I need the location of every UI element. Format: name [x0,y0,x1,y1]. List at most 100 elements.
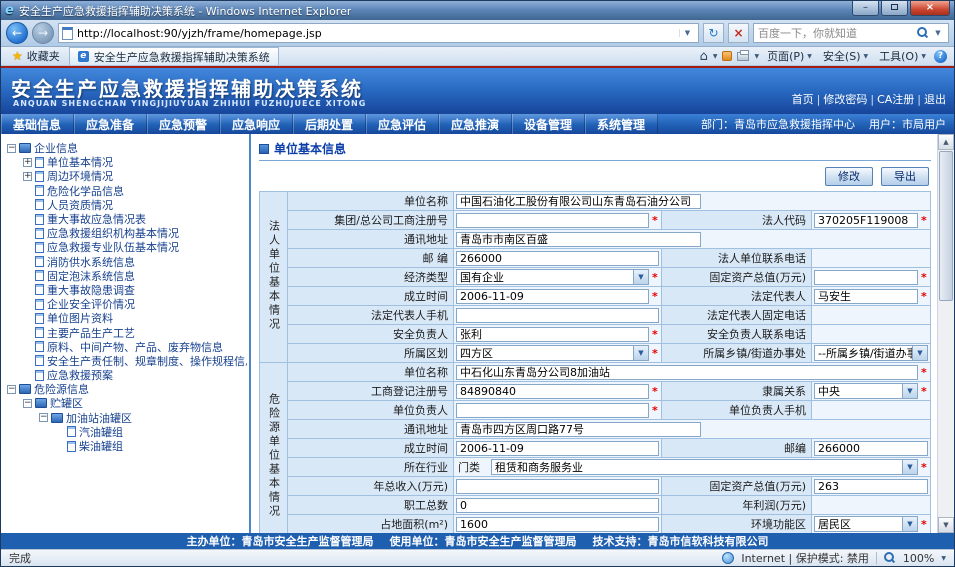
tree-item[interactable]: 企业安全评价情况 [5,297,247,311]
tree-item[interactable]: 固定泡沫系统信息 [5,269,247,283]
title-bar[interactable]: e 安全生产应急救援指挥辅助决策系统 - Windows Internet Ex… [1,1,954,20]
forward-button[interactable]: → [32,22,54,44]
search-dropdown-icon[interactable]: ▼ [932,29,944,37]
tree-item[interactable]: 单位图片资料 [5,311,247,325]
help-icon[interactable]: ? [934,50,947,63]
tree-item[interactable]: 主要产品生产工艺 [5,325,247,339]
home-icon[interactable]: ⌂ [700,50,708,63]
text-input[interactable] [456,327,649,342]
header-link[interactable]: CA注册 [877,91,914,107]
dropdown[interactable]: 国有企业▼ [456,269,649,285]
text-input[interactable] [456,289,649,304]
text-input[interactable] [814,479,928,494]
tree-item[interactable]: 人员资质情况 [5,198,247,212]
text-input[interactable] [456,384,649,399]
address-bar[interactable]: http://localhost:90/yjzh/frame/homepage.… [58,23,699,43]
text-input[interactable] [456,213,649,228]
text-input[interactable] [456,479,659,494]
collapse-icon[interactable]: − [23,399,32,408]
tree-item[interactable]: 应急救援预案 [5,368,247,382]
menu-item[interactable]: 设备管理 [512,114,585,134]
address-dropdown-icon[interactable]: ▼ [679,29,695,37]
tree-item[interactable]: 应急救援专业队伍基本情况 [5,240,247,254]
header-link[interactable]: 首页 [792,91,814,107]
menu-item[interactable]: 后期处置 [293,114,366,134]
export-button[interactable]: 导出 [881,167,929,186]
collapse-icon[interactable]: − [7,144,16,153]
minimize-button[interactable]: – [852,1,879,16]
text-input[interactable] [456,422,701,437]
scroll-up-icon[interactable]: ▲ [938,134,954,150]
tree-item[interactable]: −危险源信息 [5,382,247,396]
collapse-icon[interactable]: − [39,413,48,422]
dropdown[interactable]: 租赁和商务服务业▼ [491,459,918,475]
text-input[interactable] [456,403,649,418]
tree-item[interactable]: 汽油罐组 [5,425,247,439]
tree-item[interactable]: 应急救援组织机构基本情况 [5,226,247,240]
text-input[interactable] [456,251,659,266]
expand-icon[interactable]: + [23,158,32,167]
tree-item[interactable]: 消防供水系统信息 [5,255,247,269]
search-box[interactable]: 百度一下，你就知道 ▼ [753,23,949,43]
rss-icon[interactable] [722,51,732,61]
dropdown[interactable]: --所属乡镇/街道办事处--▼ [814,345,928,361]
menu-item[interactable]: 应急预警 [147,114,220,134]
expand-icon[interactable]: + [23,172,32,181]
tree-item[interactable]: −企业信息 [5,141,247,155]
menu-item[interactable]: 应急准备 [74,114,147,134]
close-button[interactable]: × [910,1,950,16]
dropdown[interactable]: 中央▼ [814,383,918,399]
refresh-button[interactable]: ↻ [703,23,724,43]
text-input[interactable] [456,308,659,323]
print-icon[interactable] [737,52,749,61]
vertical-scrollbar[interactable]: ▲ ▼ [937,134,954,533]
scrollbar-track[interactable] [938,302,954,517]
modify-button[interactable]: 修改 [825,167,873,186]
header-link[interactable]: 退出 [924,91,946,107]
menu-item[interactable]: 系统管理 [585,114,658,134]
search-icon[interactable] [917,27,929,39]
favorites-button[interactable]: ★ 收藏夹 [5,48,67,65]
text-input[interactable] [456,365,918,380]
text-input[interactable] [456,498,659,513]
text-input[interactable] [814,441,928,456]
zoom-level[interactable]: 100% [903,552,934,565]
menu-item[interactable]: 基础信息 [1,114,74,134]
tree-item[interactable]: +单位基本情况 [5,155,247,169]
dropdown[interactable]: 四方区▼ [456,345,649,361]
tree-item[interactable]: 危险化学品信息 [5,184,247,198]
text-input[interactable] [814,270,918,285]
scroll-down-icon[interactable]: ▼ [938,517,954,533]
tree-item[interactable]: 重大事故隐患调查 [5,283,247,297]
menu-item[interactable]: 应急响应 [220,114,293,134]
tree-item[interactable]: 安全生产责任制、规章制度、操作规程信息 [5,354,247,368]
chevron-down-icon[interactable]: ▼ [713,53,718,60]
text-input[interactable] [456,517,659,532]
safety-menu[interactable]: 安全(S)▼ [820,47,871,65]
text-input[interactable] [814,213,918,228]
header-link[interactable]: 修改密码 [823,91,867,107]
zoom-icon[interactable] [884,552,896,564]
text-input[interactable] [456,194,701,209]
menu-item[interactable]: 应急推演 [439,114,512,134]
tools-menu[interactable]: 工具(O)▼ [876,47,929,65]
page-menu[interactable]: 页面(P)▼ [764,47,815,65]
text-input[interactable] [814,289,918,304]
scrollbar-thumb[interactable] [939,151,953,301]
back-button[interactable]: ← [6,22,28,44]
tree-item[interactable]: 重大事故应急情况表 [5,212,247,226]
maximize-button[interactable] [881,1,908,16]
tree-item[interactable]: 原料、中间产物、产品、废弃物信息 [5,340,247,354]
browser-tab[interactable]: e 安全生产应急救援指挥辅助决策系统 [69,47,279,65]
zoom-dropdown-icon[interactable]: ▼ [941,555,946,562]
tree-item[interactable]: −加油站油罐区 [5,411,247,425]
dropdown[interactable]: 居民区▼ [814,516,918,532]
tree-item[interactable]: +周边环境情况 [5,169,247,183]
text-input[interactable] [456,232,701,247]
chevron-down-icon[interactable]: ▼ [754,53,759,60]
stop-button[interactable]: × [728,23,749,43]
tree-item[interactable]: −贮罐区 [5,396,247,410]
menu-item[interactable]: 应急评估 [366,114,439,134]
text-input[interactable] [456,441,659,456]
collapse-icon[interactable]: − [7,385,16,394]
